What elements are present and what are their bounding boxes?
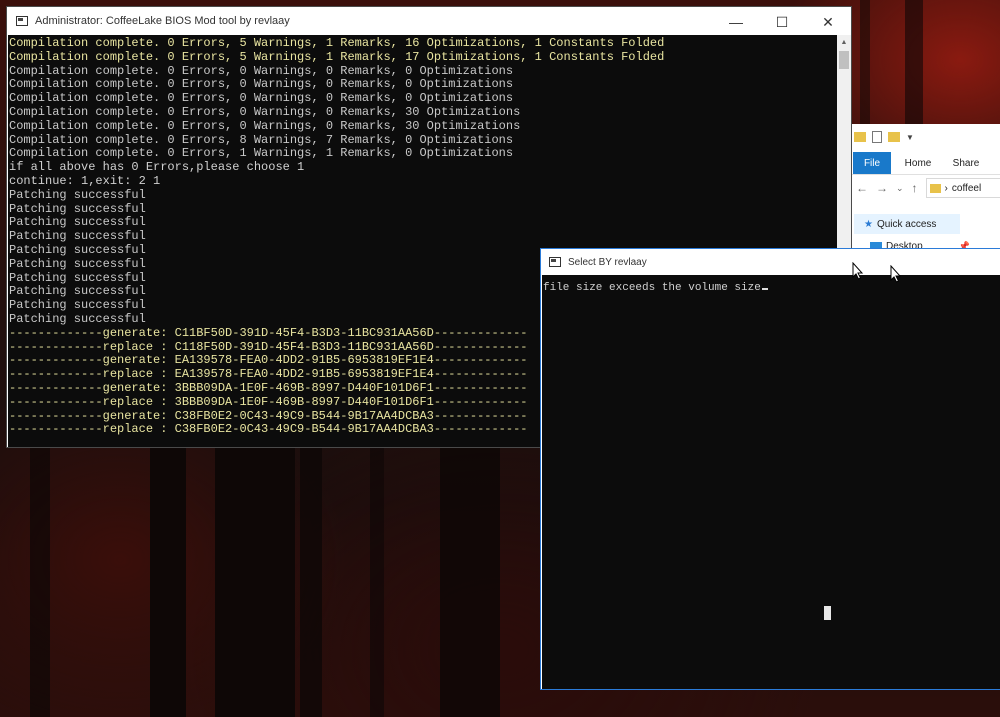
ribbon-divider (850, 174, 1000, 175)
properties-icon[interactable] (872, 131, 882, 143)
block-cursor (824, 606, 831, 620)
nav-pane: ★ Quick access Desktop 📌 (850, 204, 1000, 254)
maximize-button[interactable]: ☐ (759, 7, 805, 37)
console-line: Compilation complete. 0 Errors, 0 Warnin… (9, 118, 521, 133)
address-path-segment[interactable]: coffeel (952, 183, 981, 194)
quick-access-toolbar: ▼ (854, 130, 914, 144)
console-line: Compilation complete. 0 Errors, 5 Warnin… (9, 36, 665, 50)
console-line: Patching successful (9, 215, 146, 230)
console-line: Compilation complete. 0 Errors, 0 Warnin… (9, 63, 514, 78)
recent-locations-icon[interactable]: ⌄ (896, 183, 904, 194)
tab-file[interactable]: File (853, 152, 891, 174)
mouse-pointer-icon (890, 265, 902, 283)
console-line: Patching successful (9, 201, 146, 216)
breadcrumb-chevron-icon: › (944, 182, 948, 194)
console-line: if all above has 0 Errors,please choose … (9, 160, 305, 175)
console-line: continue: 1,exit: 2 1 (9, 173, 161, 188)
console-line: Compilation complete. 0 Errors, 8 Warnin… (9, 132, 514, 147)
nav-item-quick-access[interactable]: ★ Quick access (854, 214, 960, 234)
minimize-button[interactable]: — (713, 7, 759, 37)
text-cursor (761, 288, 768, 290)
star-icon: ★ (864, 218, 873, 230)
main-window-title: Administrator: CoffeeLake BIOS Mod tool … (35, 15, 290, 27)
mouse-pointer-icon (852, 262, 864, 280)
console-line: Compilation complete. 0 Errors, 0 Warnin… (9, 77, 514, 92)
customize-dropdown-icon[interactable]: ▼ (906, 133, 914, 142)
select-console-output[interactable]: file size exceeds the volume size (542, 275, 1000, 689)
console-line: Compilation complete. 0 Errors, 0 Warnin… (9, 91, 514, 106)
folder-icon (929, 183, 941, 193)
console-app-icon (16, 16, 28, 26)
console-line: Compilation complete. 0 Errors, 0 Warnin… (9, 104, 521, 119)
select-console-window[interactable]: Select BY revlaay file size exceeds the … (540, 248, 1000, 690)
folder-icon (854, 132, 866, 142)
console-line: Patching successful (9, 187, 146, 202)
address-bar-row: ← → ⌄ ↑ › coffeel (850, 176, 1000, 200)
main-titlebar[interactable]: Administrator: CoffeeLake BIOS Mod tool … (7, 7, 851, 35)
address-bar[interactable]: › coffeel (925, 178, 1000, 198)
scroll-thumb[interactable] (839, 51, 849, 69)
console-line: Compilation complete. 0 Errors, 1 Warnin… (9, 146, 514, 161)
quick-access-label: Quick access (876, 218, 937, 230)
new-folder-icon[interactable] (888, 132, 900, 142)
up-icon[interactable]: ↑ (912, 181, 918, 195)
close-button[interactable]: ✕ (805, 7, 851, 37)
select-titlebar[interactable]: Select BY revlaay (541, 249, 1000, 275)
console-line: Compilation complete. 0 Errors, 5 Warnin… (9, 49, 665, 64)
console-line: Patching successful (9, 229, 146, 244)
select-console-line: file size exceeds the volume size (543, 282, 761, 294)
scroll-up-arrow-icon[interactable]: ▲ (837, 35, 851, 49)
file-explorer-window[interactable]: ▼ File Home Share ← → ⌄ ↑ › coffeel ★ Qu… (850, 124, 1000, 254)
select-window-title: Select BY revlaay (568, 256, 647, 268)
tab-home[interactable]: Home (898, 152, 938, 174)
forward-icon[interactable]: → (876, 181, 888, 195)
tab-share[interactable]: Share (948, 152, 984, 174)
console-app-icon (549, 257, 561, 267)
back-icon[interactable]: ← (856, 181, 868, 195)
